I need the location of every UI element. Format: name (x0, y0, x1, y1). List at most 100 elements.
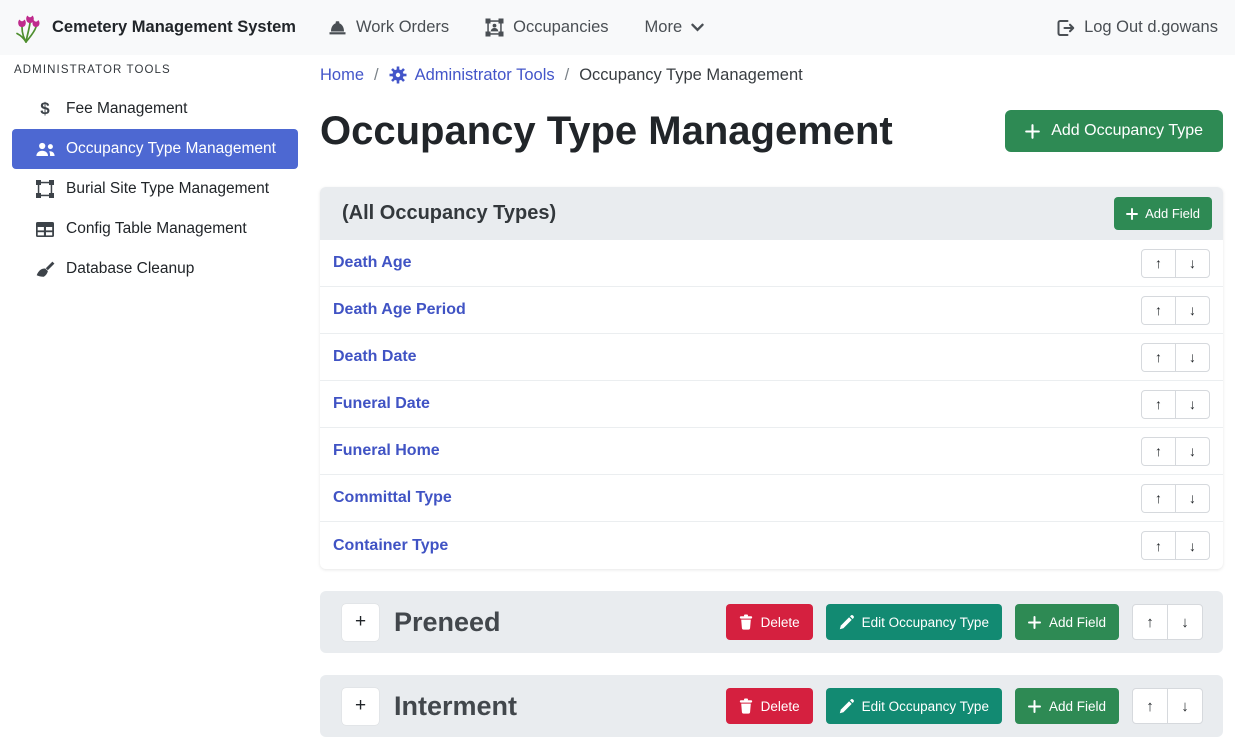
app-brand[interactable]: Cemetery Management System (14, 12, 296, 44)
trash-icon (739, 698, 753, 714)
reorder-controls: ↑ ↓ (1132, 688, 1203, 724)
field-link[interactable]: Funeral Date (333, 395, 430, 413)
sidebar-item-fee-management[interactable]: $ Fee Management (12, 89, 298, 129)
hard-hat-icon (328, 19, 347, 36)
move-down-button[interactable]: ↓ (1167, 688, 1203, 724)
occupancy-type-bar: + Preneed Delete (320, 591, 1223, 653)
sidebar-item-label: Occupancy Type Management (66, 140, 276, 158)
card-header: (All Occupancy Types) Add Field (320, 187, 1223, 240)
top-navbar: Cemetery Management System Work Orders (0, 0, 1235, 55)
up-arrow-icon: ↑ (1146, 698, 1154, 715)
add-field-button[interactable]: Add Field (1015, 604, 1119, 640)
add-field-label: Add Field (1145, 206, 1200, 221)
move-down-button[interactable]: ↓ (1175, 249, 1210, 278)
sidebar-heading: ADMINISTRATOR TOOLS (12, 64, 298, 76)
logout-button[interactable]: Log Out d.gowans (1056, 18, 1218, 37)
nav-work-orders[interactable]: Work Orders (328, 18, 449, 37)
vector-square-icon (35, 180, 55, 198)
plus-icon (1025, 124, 1040, 139)
move-up-button[interactable]: ↑ (1132, 688, 1168, 724)
reorder-controls: ↑ ↓ (1141, 531, 1210, 560)
sidebar-item-occupancy-type-management[interactable]: Occupancy Type Management (12, 129, 298, 169)
tulip-logo-icon (14, 12, 42, 44)
expand-button[interactable]: + (342, 688, 379, 725)
all-occupancy-types-card: (All Occupancy Types) Add Field Death Ag… (320, 187, 1223, 569)
field-link[interactable]: Committal Type (333, 489, 452, 507)
expand-button[interactable]: + (342, 604, 379, 641)
sidebar-item-burial-site-type-management[interactable]: Burial Site Type Management (12, 169, 298, 209)
breadcrumb-home-label: Home (320, 63, 364, 87)
nav-occupancies[interactable]: Occupancies (485, 18, 608, 37)
delete-button[interactable]: Delete (726, 688, 813, 724)
logout-icon (1056, 19, 1075, 37)
delete-button[interactable]: Delete (726, 604, 813, 640)
reorder-controls: ↑ ↓ (1141, 343, 1210, 372)
sidebar-item-label: Database Cleanup (66, 260, 194, 278)
field-link[interactable]: Death Age (333, 254, 412, 272)
down-arrow-icon: ↓ (1189, 396, 1196, 412)
plus-icon (1028, 616, 1041, 629)
move-up-button[interactable]: ↑ (1141, 484, 1176, 513)
plus-icon (1028, 700, 1041, 713)
occupancy-type-title: Interment (394, 691, 517, 722)
up-arrow-icon: ↑ (1155, 443, 1162, 459)
nav-more[interactable]: More (645, 18, 705, 37)
breadcrumb-separator: / (374, 63, 379, 87)
move-up-button[interactable]: ↑ (1141, 531, 1176, 560)
bar-actions: Delete Edit Occupancy Type (726, 688, 1203, 724)
occupancy-type-bar: + Interment Delete (320, 675, 1223, 737)
up-arrow-icon: ↑ (1155, 490, 1162, 506)
move-down-button[interactable]: ↓ (1175, 390, 1210, 419)
sidebar: ADMINISTRATOR TOOLS $ Fee Management Occ… (0, 55, 308, 289)
field-row: Funeral Home ↑ ↓ (320, 428, 1223, 475)
field-row: Container Type ↑ ↓ (320, 522, 1223, 569)
move-up-button[interactable]: ↑ (1141, 296, 1176, 325)
up-arrow-icon: ↑ (1146, 614, 1154, 631)
field-link[interactable]: Container Type (333, 537, 448, 555)
down-arrow-icon: ↓ (1181, 698, 1189, 715)
breadcrumb-home-link[interactable]: Home (320, 63, 364, 87)
dollar-icon: $ (35, 99, 55, 119)
up-arrow-icon: ↑ (1155, 349, 1162, 365)
move-down-button[interactable]: ↓ (1175, 343, 1210, 372)
move-up-button[interactable]: ↑ (1141, 343, 1176, 372)
edit-occupancy-type-label: Edit Occupancy Type (862, 699, 989, 714)
move-down-button[interactable]: ↓ (1175, 296, 1210, 325)
sidebar-item-label: Burial Site Type Management (66, 180, 269, 198)
add-field-button[interactable]: Add Field (1114, 197, 1212, 230)
breadcrumb-admin-tools-link[interactable]: Administrator Tools (389, 63, 555, 87)
edit-occupancy-type-button[interactable]: Edit Occupancy Type (826, 688, 1002, 724)
card-title: (All Occupancy Types) (342, 202, 556, 225)
add-occupancy-type-button[interactable]: Add Occupancy Type (1005, 110, 1223, 152)
field-row: Committal Type ↑ ↓ (320, 475, 1223, 522)
occupancy-type-title: Preneed (394, 607, 501, 638)
reorder-controls: ↑ ↓ (1141, 437, 1210, 466)
up-arrow-icon: ↑ (1155, 396, 1162, 412)
add-occupancy-type-label: Add Occupancy Type (1051, 122, 1203, 140)
up-arrow-icon: ↑ (1155, 302, 1162, 318)
move-up-button[interactable]: ↑ (1132, 604, 1168, 640)
sidebar-item-config-table-management[interactable]: Config Table Management (12, 209, 298, 249)
nav-more-label: More (645, 18, 683, 37)
pencil-icon (839, 615, 854, 630)
add-field-button[interactable]: Add Field (1015, 688, 1119, 724)
move-down-button[interactable]: ↓ (1175, 484, 1210, 513)
occupancy-type-sections: + Preneed Delete (320, 591, 1223, 737)
field-link[interactable]: Death Date (333, 348, 417, 366)
breadcrumb: Home / Administrator (320, 63, 1223, 87)
down-arrow-icon: ↓ (1189, 538, 1196, 554)
move-down-button[interactable]: ↓ (1175, 437, 1210, 466)
move-up-button[interactable]: ↑ (1141, 390, 1176, 419)
field-link[interactable]: Death Age Period (333, 301, 466, 319)
table-icon (35, 222, 55, 237)
move-up-button[interactable]: ↑ (1141, 249, 1176, 278)
add-field-label: Add Field (1049, 615, 1106, 630)
edit-occupancy-type-button[interactable]: Edit Occupancy Type (826, 604, 1002, 640)
move-down-button[interactable]: ↓ (1175, 531, 1210, 560)
field-list: Death Age ↑ ↓ Death Age Period ↑ ↓ (320, 240, 1223, 569)
move-up-button[interactable]: ↑ (1141, 437, 1176, 466)
sidebar-item-label: Config Table Management (66, 220, 247, 238)
field-link[interactable]: Funeral Home (333, 442, 440, 460)
move-down-button[interactable]: ↓ (1167, 604, 1203, 640)
sidebar-item-database-cleanup[interactable]: Database Cleanup (12, 249, 298, 289)
